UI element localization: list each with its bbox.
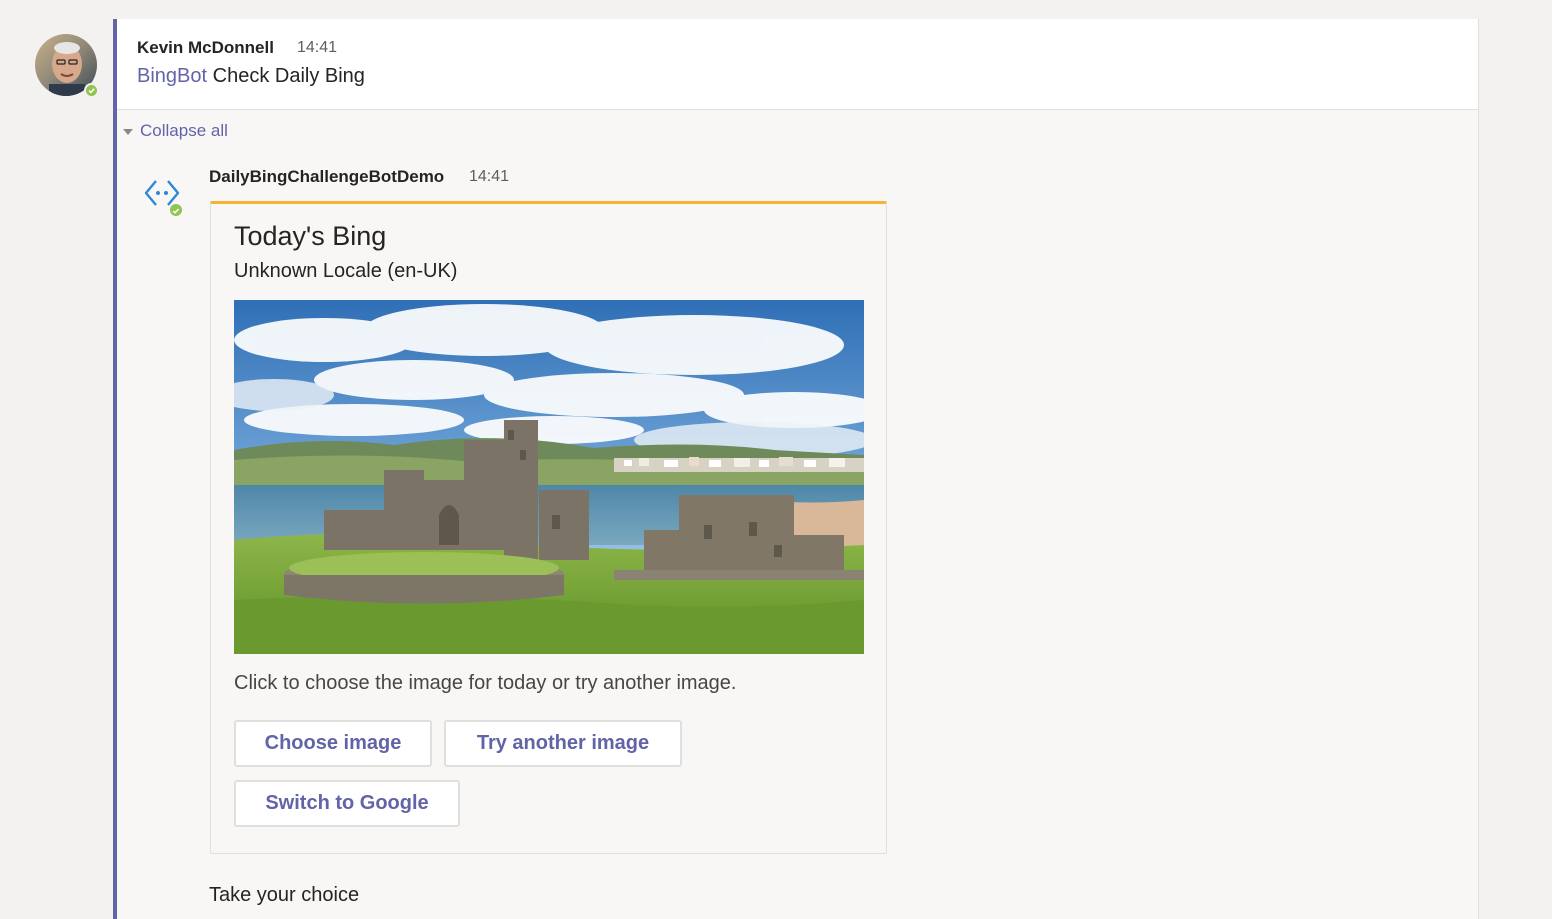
user-avatar[interactable] bbox=[35, 34, 99, 98]
try-another-image-button[interactable]: Try another image bbox=[444, 720, 682, 767]
root-message-sender[interactable]: Kevin McDonnell bbox=[137, 38, 274, 58]
card-prompt-text: Click to choose the image for today or t… bbox=[234, 672, 737, 694]
presence-available-icon bbox=[84, 83, 99, 98]
bot-message-time: 14:41 bbox=[469, 168, 510, 185]
root-message-time: 14:41 bbox=[297, 39, 338, 56]
followup-message-text: Take your choice bbox=[209, 884, 360, 906]
root-message: Kevin McDonnell 14:41 BingBot Check Dail… bbox=[117, 19, 1478, 110]
conversation-thread: Kevin McDonnell 14:41 BingBot Check Dail… bbox=[113, 19, 1479, 919]
collapse-all-button[interactable]: Collapse all bbox=[123, 121, 228, 141]
bot-presence-available-icon bbox=[168, 202, 184, 218]
root-message-text: Check Daily Bing bbox=[212, 65, 365, 87]
card-subtitle: Unknown Locale (en-UK) bbox=[234, 260, 458, 282]
root-message-body: BingBot Check Daily Bing bbox=[137, 65, 365, 88]
collapse-all-label: Collapse all bbox=[140, 121, 228, 140]
switch-to-google-button[interactable]: Switch to Google bbox=[234, 780, 460, 827]
castle-landscape-image bbox=[234, 300, 864, 654]
card-title: Today's Bing bbox=[234, 221, 387, 251]
teams-chat-canvas: Kevin McDonnell 14:41 BingBot Check Dail… bbox=[0, 0, 1552, 919]
bot-message-sender[interactable]: DailyBingChallengeBotDemo bbox=[209, 167, 444, 187]
chevron-down-icon bbox=[123, 129, 133, 135]
card-image[interactable] bbox=[234, 300, 864, 654]
choose-image-button[interactable]: Choose image bbox=[234, 720, 432, 767]
bot-mention[interactable]: BingBot bbox=[137, 65, 207, 87]
adaptive-card: Today's Bing Unknown Locale (en-UK) Clic… bbox=[210, 201, 887, 854]
